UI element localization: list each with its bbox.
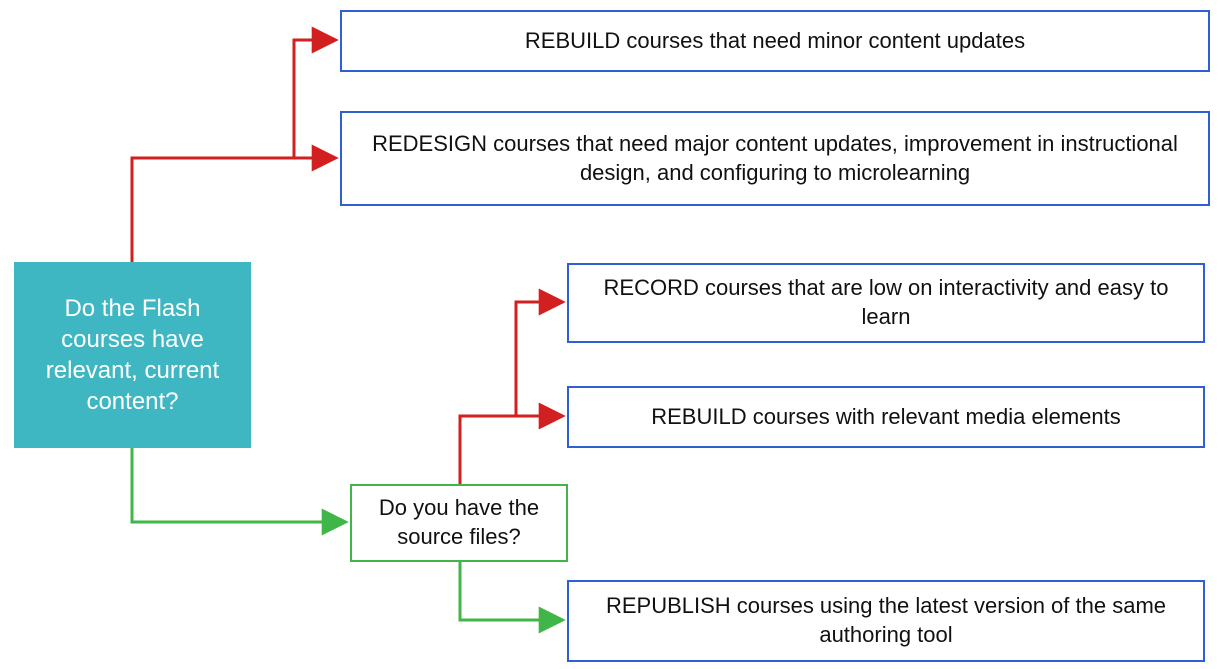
- outcome-rebuild-minor: REBUILD courses that need minor content …: [340, 10, 1210, 72]
- outcome-republish: REPUBLISH courses using the latest versi…: [567, 580, 1205, 662]
- outcome-redesign: REDESIGN courses that need major content…: [340, 111, 1210, 206]
- question-source-files: Do you have the source files?: [350, 484, 568, 562]
- flowchart: Do the Flash courses have relevant, curr…: [0, 0, 1228, 669]
- outcome-rebuild-media: REBUILD courses with relevant media elem…: [567, 386, 1205, 448]
- outcome-record: RECORD courses that are low on interacti…: [567, 263, 1205, 343]
- question-flash-content: Do the Flash courses have relevant, curr…: [14, 262, 251, 448]
